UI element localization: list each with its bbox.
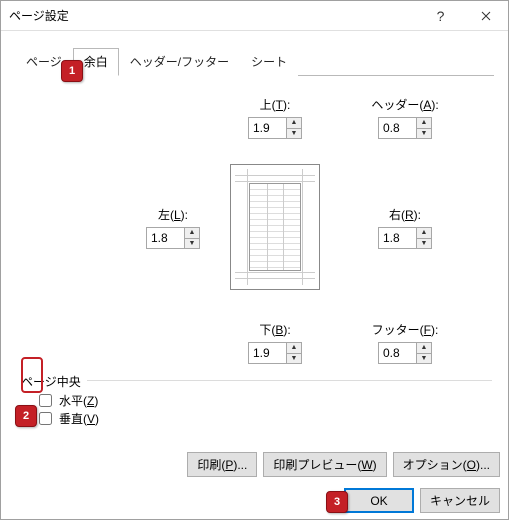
- up-icon: ▲: [417, 228, 431, 239]
- down-icon: ▼: [287, 354, 301, 364]
- input-footer[interactable]: [378, 342, 416, 364]
- dialog-buttons: OK キャンセル: [344, 488, 500, 513]
- spin-top: ▲▼: [248, 117, 302, 139]
- input-top[interactable]: [248, 117, 286, 139]
- label-header: ヘッダー(A):: [355, 96, 455, 113]
- spin-header: ▲▼: [378, 117, 432, 139]
- cancel-button[interactable]: キャンセル: [420, 488, 500, 513]
- up-icon: ▲: [417, 343, 431, 354]
- spinbtns-bottom[interactable]: ▲▼: [286, 342, 302, 364]
- tab-strip: ページ 余白 ヘッダー/フッター シート: [15, 47, 494, 76]
- down-icon: ▼: [417, 129, 431, 139]
- label-horizontal: 水平(Z): [59, 392, 98, 409]
- group-header: ヘッダー(A): ▲▼: [355, 96, 455, 139]
- row-vertical: 垂直(V): [39, 410, 99, 427]
- label-bottom: 下(B):: [225, 321, 325, 338]
- annotation-marker-1: 1: [61, 60, 83, 82]
- tab-sheet[interactable]: シート: [240, 48, 298, 76]
- up-icon: ▲: [185, 228, 199, 239]
- annotation-marker-2: 2: [15, 405, 37, 427]
- spin-right: ▲▼: [378, 227, 432, 249]
- print-preview-button[interactable]: 印刷プレビュー(W): [263, 452, 386, 477]
- label-right: 右(R):: [355, 206, 455, 223]
- group-right: 右(R): ▲▼: [355, 206, 455, 249]
- up-icon: ▲: [287, 343, 301, 354]
- group-top: 上(T): ▲▼: [225, 96, 325, 139]
- spin-bottom: ▲▼: [248, 342, 302, 364]
- label-vertical: 垂直(V): [59, 410, 99, 427]
- checkbox-horizontal[interactable]: [39, 394, 52, 407]
- spinbtns-right[interactable]: ▲▼: [416, 227, 432, 249]
- center-group-label: ページ中央: [21, 373, 81, 390]
- input-left[interactable]: [146, 227, 184, 249]
- options-button[interactable]: オプション(O)...: [393, 452, 500, 477]
- group-left: 左(L): ▲▼: [123, 206, 223, 249]
- down-icon: ▼: [287, 129, 301, 139]
- label-footer: フッター(F):: [355, 321, 455, 338]
- spinbtns-footer[interactable]: ▲▼: [416, 342, 432, 364]
- input-header[interactable]: [378, 117, 416, 139]
- group-bottom: 下(B): ▲▼: [225, 321, 325, 364]
- spinbtns-top[interactable]: ▲▼: [286, 117, 302, 139]
- page-setup-dialog: ページ設定 ? ページ 余白 ヘッダー/フッター シート 上(T): ▲▼ ヘッ…: [0, 0, 509, 520]
- label-left: 左(L):: [123, 206, 223, 223]
- titlebar: ページ設定 ?: [1, 1, 508, 31]
- up-icon: ▲: [417, 118, 431, 129]
- spin-footer: ▲▼: [378, 342, 432, 364]
- print-button[interactable]: 印刷(P)...: [187, 452, 257, 477]
- down-icon: ▼: [417, 354, 431, 364]
- annotation-marker-3: 3: [326, 491, 348, 513]
- input-bottom[interactable]: [248, 342, 286, 364]
- middle-buttons: 印刷(P)... 印刷プレビュー(W) オプション(O)...: [187, 452, 500, 477]
- client-area: ページ 余白 ヘッダー/フッター シート 上(T): ▲▼ ヘッダー(A): ▲…: [1, 31, 508, 519]
- group-footer: フッター(F): ▲▼: [355, 321, 455, 364]
- ok-button[interactable]: OK: [344, 488, 414, 513]
- tab-header-footer[interactable]: ヘッダー/フッター: [119, 48, 240, 76]
- close-button[interactable]: [463, 1, 508, 30]
- spin-left: ▲▼: [146, 227, 200, 249]
- help-button[interactable]: ?: [418, 1, 463, 30]
- row-horizontal: 水平(Z): [39, 392, 98, 409]
- margin-panel: 上(T): ▲▼ ヘッダー(A): ▲▼ 左(L): ▲▼: [15, 76, 494, 456]
- label-top: 上(T):: [225, 96, 325, 113]
- checkbox-vertical[interactable]: [39, 412, 52, 425]
- page-preview: [230, 164, 320, 290]
- dialog-title: ページ設定: [9, 7, 418, 24]
- input-right[interactable]: [378, 227, 416, 249]
- spinbtns-left[interactable]: ▲▼: [184, 227, 200, 249]
- up-icon: ▲: [287, 118, 301, 129]
- close-icon: [481, 11, 491, 21]
- down-icon: ▼: [417, 239, 431, 249]
- center-group-line: [87, 380, 492, 381]
- spinbtns-header[interactable]: ▲▼: [416, 117, 432, 139]
- down-icon: ▼: [185, 239, 199, 249]
